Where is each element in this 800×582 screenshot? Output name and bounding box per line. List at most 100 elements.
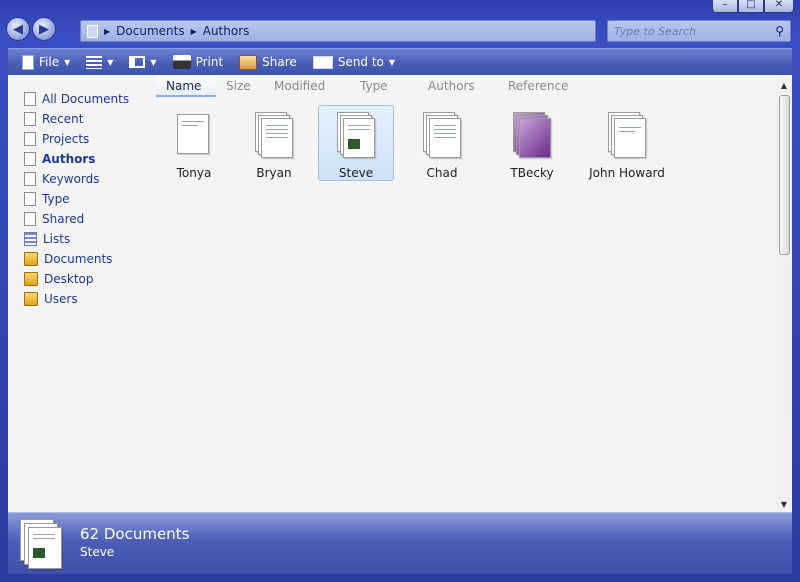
- title-bar: – □ ✕ ◀ ▶ ▶ Documents ▶ Authors ⚲: [0, 0, 800, 48]
- sidebar-item-all-documents[interactable]: All Documents: [8, 89, 156, 109]
- column-header-name[interactable]: Name: [156, 75, 216, 97]
- document-stack-icon: [255, 112, 293, 158]
- file-label: John Howard: [589, 166, 665, 180]
- file-item-john-howard[interactable]: John Howard: [582, 105, 672, 181]
- scroll-down-arrow-icon[interactable]: ▼: [776, 498, 792, 512]
- document-stack-icon: [608, 112, 646, 158]
- sidebar-item-lists[interactable]: Lists: [8, 229, 156, 249]
- breadcrumb-arrow-icon: ▶: [190, 26, 197, 36]
- sidebar-item-shared[interactable]: Shared: [8, 209, 156, 229]
- image-stack-icon: [513, 112, 551, 158]
- scroll-up-arrow-icon[interactable]: ▲: [776, 79, 792, 93]
- file-menu-button[interactable]: File ▼: [16, 51, 76, 73]
- document-icon: [24, 152, 36, 166]
- file-item-tonya[interactable]: Tonya: [156, 105, 232, 181]
- forward-button[interactable]: ▶: [32, 17, 56, 41]
- dropdown-arrow-icon: ▼: [150, 57, 157, 67]
- address-bar[interactable]: ▶ Documents ▶ Authors: [80, 20, 596, 42]
- envelope-icon: [312, 55, 333, 69]
- window-controls: – □ ✕: [712, 0, 794, 13]
- sidebar-item-label: Desktop: [44, 272, 94, 286]
- sidebar-item-label: Lists: [43, 232, 71, 246]
- column-headers: Name Size Modified Type Authors Referenc…: [156, 75, 776, 97]
- content-area: All Documents Recent Projects Authors Ke…: [8, 75, 792, 512]
- document-icon: [24, 112, 36, 126]
- printer-icon: [172, 55, 191, 69]
- print-button[interactable]: Print: [167, 51, 230, 73]
- sidebar-item-authors[interactable]: Authors: [8, 149, 156, 169]
- share-button[interactable]: Share: [233, 51, 303, 73]
- column-header-modified[interactable]: Modified: [264, 75, 350, 97]
- dropdown-arrow-icon: ▼: [107, 57, 114, 67]
- column-header-authors[interactable]: Authors: [418, 75, 498, 97]
- document-icon: [24, 212, 36, 226]
- document-stack-icon: [175, 112, 213, 158]
- document-stack-icon: [337, 112, 375, 158]
- sidebar-item-label: Documents: [44, 252, 113, 266]
- send-to-label: Send to: [337, 55, 384, 69]
- details-text: 62 Documents Steve: [80, 525, 189, 559]
- breadcrumb-authors[interactable]: Authors: [203, 24, 250, 38]
- document-count: 62 Documents: [80, 525, 190, 543]
- share-label: Share: [262, 55, 297, 69]
- sidebar-item-label: Keywords: [42, 172, 100, 186]
- sidebar-item-documents[interactable]: Documents: [8, 249, 156, 269]
- column-header-type[interactable]: Type: [350, 75, 418, 97]
- file-label: Chad: [426, 166, 458, 180]
- folder-icon: [24, 292, 38, 306]
- document-icon: [24, 132, 36, 146]
- vertical-scrollbar[interactable]: ▲ ▼: [776, 79, 792, 512]
- breadcrumb-arrow-icon: ▶: [104, 26, 111, 36]
- file-label: Bryan: [256, 166, 292, 180]
- sidebar-item-type[interactable]: Type: [8, 189, 156, 209]
- list-icon: [24, 232, 37, 246]
- selected-item-name: Steve: [80, 545, 115, 559]
- file-item-tbecky[interactable]: TBecky: [494, 105, 570, 181]
- file-item-steve[interactable]: Steve: [318, 105, 394, 181]
- file-label: TBecky: [510, 166, 554, 180]
- views-button[interactable]: ▼: [80, 51, 119, 73]
- folder-icon: [24, 252, 38, 266]
- minimize-button[interactable]: –: [712, 0, 738, 13]
- sidebar-item-recent[interactable]: Recent: [8, 109, 156, 129]
- maximize-button[interactable]: □: [738, 0, 764, 13]
- sidebar-item-label: Projects: [42, 132, 90, 146]
- close-button[interactable]: ✕: [764, 0, 794, 13]
- document-icon: [24, 172, 36, 186]
- views-icon: [86, 55, 103, 69]
- sidebar-item-label: Authors: [42, 152, 96, 166]
- sidebar-item-users[interactable]: Users: [8, 289, 156, 309]
- file-item-bryan[interactable]: Bryan: [236, 105, 312, 181]
- file-list: Tonya Bryan Steve Chad TBecky John Howar…: [156, 105, 776, 185]
- layout-button[interactable]: ▼: [123, 51, 162, 73]
- search-icon[interactable]: ⚲: [775, 24, 784, 38]
- scrollbar-thumb[interactable]: [779, 95, 790, 255]
- sidebar-item-label: Users: [44, 292, 78, 306]
- search-box[interactable]: ⚲: [607, 20, 791, 42]
- document-icon: [22, 54, 34, 70]
- column-header-size[interactable]: Size: [216, 75, 264, 97]
- details-pane: 62 Documents Steve: [8, 512, 792, 574]
- column-header-reference[interactable]: Reference: [498, 75, 588, 97]
- navigation-buttons: ◀ ▶: [6, 17, 56, 41]
- file-menu-label: File: [39, 55, 60, 69]
- dropdown-arrow-icon: ▼: [64, 57, 71, 67]
- print-label: Print: [195, 55, 224, 69]
- sidebar-item-desktop[interactable]: Desktop: [8, 269, 156, 289]
- document-icon: [87, 24, 98, 38]
- send-to-button[interactable]: Send to ▼: [307, 51, 401, 73]
- document-icon: [24, 92, 36, 106]
- explorer-window: – □ ✕ ◀ ▶ ▶ Documents ▶ Authors ⚲ Fil: [0, 0, 800, 582]
- search-input[interactable]: [614, 24, 764, 38]
- breadcrumb-documents[interactable]: Documents: [116, 24, 184, 38]
- back-button[interactable]: ◀: [6, 17, 30, 41]
- pane-layout-icon: [129, 56, 146, 68]
- sidebar-item-label: Type: [42, 192, 70, 206]
- file-label: Steve: [338, 166, 374, 180]
- folder-icon: [24, 272, 38, 286]
- sidebar-item-label: Recent: [42, 112, 84, 126]
- sidebar-item-projects[interactable]: Projects: [8, 129, 156, 149]
- sidebar-item-keywords[interactable]: Keywords: [8, 169, 156, 189]
- document-stack-icon: [423, 112, 461, 158]
- file-item-chad[interactable]: Chad: [404, 105, 480, 181]
